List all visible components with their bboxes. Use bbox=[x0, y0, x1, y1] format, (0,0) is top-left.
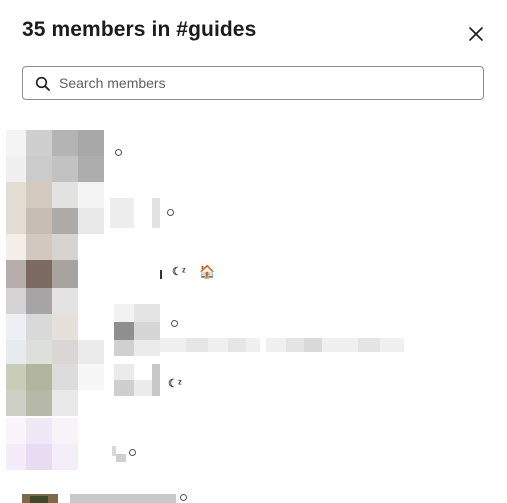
snooze-icon: ☾ᶻ bbox=[168, 378, 182, 390]
presence-away-icon bbox=[180, 494, 187, 501]
presence-away-icon bbox=[171, 320, 178, 327]
snooze-icon: ☾ᶻ bbox=[172, 266, 186, 278]
house-emoji-icon: 🏠 bbox=[199, 264, 216, 279]
member-row[interactable]: ☾ᶻ 🏠 bbox=[0, 234, 507, 292]
member-row[interactable] bbox=[0, 128, 507, 184]
member-row[interactable]: ☾ᶻ bbox=[0, 364, 507, 422]
member-row[interactable] bbox=[0, 418, 507, 474]
member-name-redacted bbox=[160, 270, 162, 279]
member-row[interactable] bbox=[0, 182, 507, 240]
search-input[interactable] bbox=[59, 67, 469, 99]
presence-away-icon bbox=[115, 149, 122, 156]
member-row[interactable] bbox=[0, 288, 507, 364]
presence-away-icon bbox=[129, 449, 136, 456]
search-icon bbox=[35, 76, 50, 91]
dialog-title: 35 members in #guides bbox=[22, 18, 257, 41]
presence-away-icon bbox=[167, 209, 174, 216]
member-list[interactable]: ☾ᶻ 🏠 ☾ᶻ bbox=[0, 128, 507, 503]
member-name-redacted bbox=[70, 494, 176, 503]
search-members-field[interactable] bbox=[22, 66, 484, 100]
member-row[interactable] bbox=[0, 490, 507, 503]
close-icon[interactable] bbox=[464, 22, 488, 46]
